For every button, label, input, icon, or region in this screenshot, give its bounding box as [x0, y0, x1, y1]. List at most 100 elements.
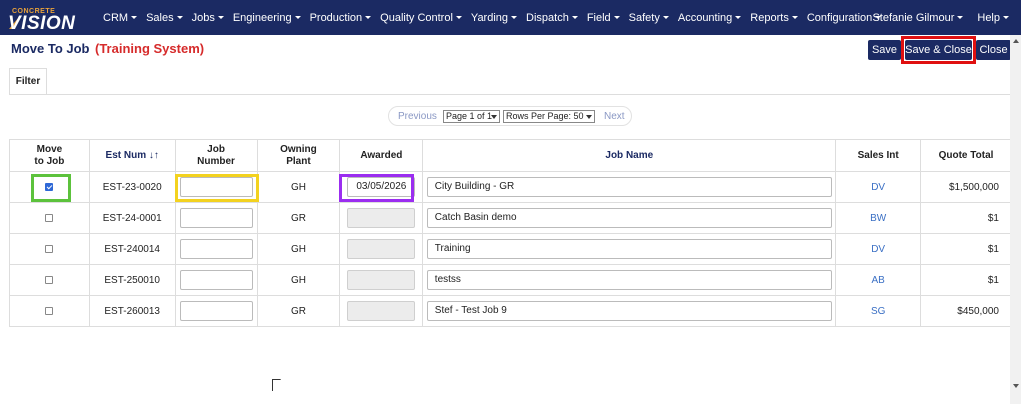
- job-number-input[interactable]: [179, 239, 253, 259]
- move-to-job-checkbox[interactable]: [45, 182, 54, 191]
- caret-down-icon: [662, 16, 669, 20]
- move-cell: [9, 171, 90, 203]
- user-menu[interactable]: Stefanie Gilmour: [872, 12, 964, 24]
- header-sales-int: Sales Int: [835, 139, 922, 172]
- scroll-down-arrow-icon[interactable]: [1013, 384, 1019, 388]
- est-num-cell: EST-24-0001: [88, 202, 176, 234]
- move-to-job-checkbox[interactable]: [45, 306, 54, 315]
- move-cell: [9, 295, 90, 327]
- nav-yarding[interactable]: Yarding: [471, 12, 518, 24]
- save-and-close-button[interactable]: Save & Close: [905, 40, 972, 60]
- header-job-number: Job Number: [174, 139, 258, 172]
- job-name-cell: City Building - GR: [422, 171, 837, 203]
- sales-int-link[interactable]: DV: [835, 171, 922, 203]
- owning-plant-cell: GH: [256, 171, 341, 203]
- table-header-row: Move to Job Est Num ↓↑ Job Number Owning…: [9, 139, 1012, 172]
- chevron-down-icon: [491, 115, 497, 119]
- chevron-down-icon: [586, 115, 592, 119]
- job-number-input[interactable]: [179, 177, 253, 197]
- quote-total-cell: $1,500,000: [920, 171, 1012, 203]
- job-number-cell: [174, 202, 258, 234]
- table-row: EST-24-0001 GR Catch Basin demo BW $1: [9, 202, 1012, 234]
- move-cell: [9, 264, 90, 296]
- owning-plant-cell: GR: [256, 202, 341, 234]
- awarded-date-input[interactable]: 03/05/2026: [347, 177, 416, 197]
- caret-down-icon: [957, 16, 964, 20]
- job-name-input[interactable]: Stef - Test Job 9: [426, 301, 832, 321]
- nav-reports[interactable]: Reports: [750, 12, 798, 24]
- caret-down-icon: [217, 16, 224, 20]
- caret-down-icon: [176, 16, 183, 20]
- caret-down-icon: [735, 16, 742, 20]
- nav-sales[interactable]: Sales: [146, 12, 183, 24]
- quote-total-cell: $450,000: [920, 295, 1012, 327]
- sales-int-link[interactable]: DV: [835, 233, 922, 265]
- job-number-cell: [174, 295, 258, 327]
- move-to-job-checkbox[interactable]: [45, 213, 54, 222]
- nav-quality-control[interactable]: Quality Control: [380, 12, 462, 24]
- close-button[interactable]: Close: [976, 40, 1011, 60]
- job-number-input[interactable]: [179, 270, 253, 290]
- move-cell: [9, 233, 90, 265]
- scroll-up-arrow-icon[interactable]: [1013, 39, 1019, 43]
- move-to-job-checkbox[interactable]: [45, 244, 54, 253]
- previous-page-link[interactable]: Previous: [398, 111, 437, 122]
- est-num-cell: EST-250010: [88, 264, 176, 296]
- header-quote-total: Quote Total: [920, 139, 1012, 172]
- job-number-input[interactable]: [179, 208, 253, 228]
- sales-int-link[interactable]: BW: [835, 202, 922, 234]
- save-button[interactable]: Save: [868, 40, 901, 60]
- job-number-cell: [174, 264, 258, 296]
- job-name-input[interactable]: Catch Basin demo: [426, 208, 832, 228]
- mouse-cursor-icon: [272, 379, 280, 391]
- quote-total-cell: $1: [920, 233, 1012, 265]
- job-name-input[interactable]: Training: [426, 239, 832, 259]
- tab-divider: [9, 94, 1012, 95]
- sales-int-link[interactable]: SG: [835, 295, 922, 327]
- nav-dispatch[interactable]: Dispatch: [526, 12, 578, 24]
- nav-field[interactable]: Field: [587, 12, 620, 24]
- header-est-num[interactable]: Est Num ↓↑: [88, 139, 176, 172]
- page-scrollbar[interactable]: [1010, 35, 1021, 404]
- concrete-vision-logo[interactable]: CONCRETE VISION: [8, 8, 91, 34]
- quote-total-cell: $1: [920, 202, 1012, 234]
- page-select[interactable]: Page 1 of 1: [443, 110, 500, 123]
- nav-safety[interactable]: Safety: [629, 12, 669, 24]
- awarded-cell: [339, 295, 424, 327]
- awarded-date-input: [347, 239, 416, 259]
- owning-plant-cell: GH: [256, 233, 341, 265]
- nav-jobs[interactable]: Jobs: [192, 12, 224, 24]
- header-move-to-job: Move to Job: [9, 139, 90, 172]
- sales-int-link[interactable]: AB: [835, 264, 922, 296]
- caret-down-icon: [294, 16, 301, 20]
- caret-down-icon: [571, 16, 578, 20]
- rows-per-page-select[interactable]: Rows Per Page: 50: [503, 110, 595, 123]
- awarded-cell: [339, 233, 424, 265]
- help-menu[interactable]: Help: [977, 12, 1009, 24]
- caret-down-icon: [365, 16, 372, 20]
- quote-total-cell: $1: [920, 264, 1012, 296]
- estimates-table: Move to Job Est Num ↓↑ Job Number Owning…: [9, 139, 1012, 327]
- nav-accounting[interactable]: Accounting: [678, 12, 742, 24]
- nav-engineering[interactable]: Engineering: [233, 12, 301, 24]
- tab-filter[interactable]: Filter: [9, 68, 47, 95]
- header-owning-plant: Owning Plant: [256, 139, 341, 172]
- move-to-job-checkbox[interactable]: [45, 275, 54, 284]
- est-num-cell: EST-23-0020: [88, 171, 176, 203]
- pagination: Previous Page 1 of 1 Rows Per Page: 50 N…: [388, 106, 632, 126]
- caret-down-icon: [511, 16, 518, 20]
- nav-right: Stefanie Gilmour Help: [858, 0, 1009, 35]
- nav-crm[interactable]: CRM: [103, 12, 138, 24]
- nav-production[interactable]: Production: [310, 12, 372, 24]
- awarded-date-input: [347, 301, 416, 321]
- move-cell: [9, 202, 90, 234]
- awarded-date-input: [347, 270, 416, 290]
- awarded-cell: 03/05/2026: [339, 171, 424, 203]
- next-page-link[interactable]: Next: [604, 111, 625, 122]
- header-awarded: Awarded: [339, 139, 424, 172]
- est-num-cell: EST-240014: [88, 233, 176, 265]
- job-number-input[interactable]: [179, 301, 253, 321]
- owning-plant-cell: GH: [256, 264, 341, 296]
- job-name-input[interactable]: testss: [426, 270, 832, 290]
- job-name-input[interactable]: City Building - GR: [426, 177, 832, 197]
